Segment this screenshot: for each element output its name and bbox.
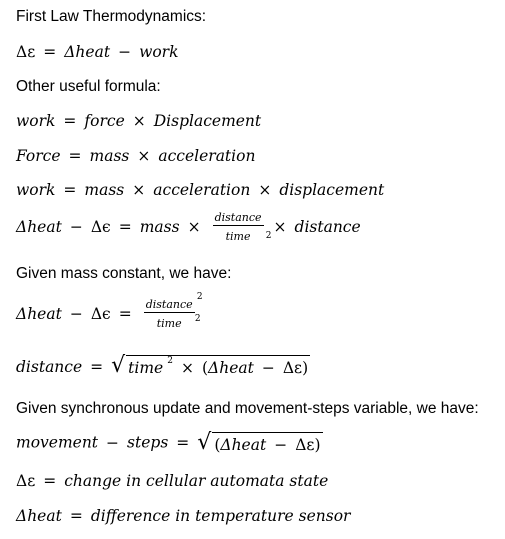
steps-term: steps	[127, 433, 169, 452]
equals-sign: =	[43, 43, 57, 61]
definition-text: difference in temperature sensor	[90, 507, 351, 525]
fraction-numerator: distance	[212, 211, 264, 226]
times-sign: ×	[132, 181, 146, 199]
work-term: work	[16, 181, 56, 199]
minus-sign: −	[261, 359, 275, 377]
delta-epsilon: Δε	[16, 472, 36, 490]
delta-heat: Δheat	[16, 305, 62, 323]
time-term: time	[128, 359, 164, 377]
times-sign: ×	[258, 181, 272, 199]
delta-epsilon: Δε	[282, 359, 303, 377]
work-term: work	[16, 112, 56, 130]
times-sign: ×	[137, 147, 151, 165]
radical-sign: √	[197, 430, 212, 455]
distance-term: distance	[294, 218, 361, 236]
fraction-distance-time-squared: distance time 2 2	[143, 292, 203, 330]
force-term: Force	[16, 147, 61, 165]
minus-sign: −	[106, 433, 120, 452]
equals-sign: =	[63, 181, 77, 199]
equals-sign: =	[176, 433, 190, 452]
radical-sign: √	[111, 353, 126, 378]
time-exponent: 2	[167, 356, 173, 366]
equals-sign: =	[63, 112, 77, 130]
close-paren: )	[314, 436, 321, 454]
acceleration-term: acceleration	[158, 147, 256, 165]
definition-delta-epsilon: Δε = change in cellular automata state	[16, 472, 328, 490]
fraction-distance-time: distance time 2	[212, 211, 272, 243]
minus-sign: −	[118, 43, 132, 61]
delta-heat: Δheat	[220, 436, 267, 454]
minus-sign: −	[69, 305, 83, 323]
equals-sign: =	[69, 507, 83, 525]
times-sign: ×	[187, 218, 201, 236]
fraction-numerator: distance	[143, 298, 195, 313]
equation-force-mass: Force = mass × acceleration	[16, 147, 255, 165]
fraction-denominator: time	[156, 317, 182, 330]
times-sign: ×	[180, 359, 194, 377]
displacement-term: Displacement	[153, 112, 262, 130]
fraction-denominator: time	[225, 230, 251, 243]
numerator-exponent: 2	[196, 292, 203, 302]
minus-sign: −	[274, 436, 288, 454]
equation-distance-sqrt: distance = √ time 2 × (Δheat − Δε)	[16, 353, 311, 381]
delta-epsilon: Δε	[16, 43, 36, 61]
times-sign: ×	[132, 112, 146, 130]
equation-heat-distance: Δheat − Δϵ = mass × distance time 2 × distance	[16, 211, 361, 244]
heading-given-mass: Given mass constant, we have:	[16, 265, 232, 282]
radicand: time 2 × (Δheat − Δε)	[126, 355, 311, 381]
mass-term: mass	[139, 218, 180, 236]
force-term: force	[84, 112, 125, 130]
mass-term: mass	[84, 181, 125, 199]
acceleration-term: acceleration	[153, 181, 251, 199]
denominator-exponent: 2	[194, 314, 201, 324]
definition-text: change in cellular automata state	[64, 472, 329, 490]
delta-epsilon: Δϵ	[90, 218, 111, 236]
square-root: √ time 2 × (Δheat − Δε)	[111, 353, 311, 381]
heading-first-law: First Law Thermodynamics:	[16, 8, 207, 25]
radicand: (Δheat − Δε)	[212, 432, 323, 455]
equals-sign: =	[118, 305, 132, 323]
movement-term: movement	[16, 433, 99, 452]
equation-movement-steps: movement − steps = √ (Δheat − Δε)	[16, 432, 323, 455]
delta-epsilon: Δϵ	[90, 305, 111, 323]
equals-sign: =	[90, 358, 104, 376]
definition-delta-heat: Δheat = difference in temperature sensor	[16, 507, 350, 525]
delta-heat: Δheat	[16, 507, 62, 525]
work-term: work	[139, 43, 179, 61]
equals-sign: =	[68, 147, 82, 165]
displacement-term: displacement	[279, 181, 385, 199]
equation-work-mass: work = mass × acceleration × displacement	[16, 181, 384, 199]
delta-heat: Δheat	[208, 359, 254, 377]
times-sign: ×	[273, 218, 287, 236]
heading-other-formula: Other useful formula:	[16, 78, 161, 95]
equation-work-force: work = force × Displacement	[16, 112, 261, 130]
equation-heat-distance-squared: Δheat − Δϵ = distance time 2 2	[16, 292, 203, 331]
mass-term: mass	[89, 147, 130, 165]
delta-heat: Δheat	[64, 43, 111, 61]
square-root: √ (Δheat − Δε)	[197, 430, 323, 455]
delta-heat-text: Δheat	[16, 218, 62, 236]
denominator-exponent: 2	[265, 231, 272, 241]
equals-sign: =	[118, 218, 132, 236]
distance-term: distance	[16, 358, 83, 376]
close-paren: )	[302, 359, 309, 377]
minus-sign: −	[69, 218, 83, 236]
delta-epsilon: Δε	[295, 436, 315, 454]
heading-given-sync: Given synchronous update and movement-st…	[16, 400, 479, 417]
equation-first-law: Δε = Δheat − work	[16, 43, 178, 61]
equals-sign: =	[43, 472, 57, 490]
